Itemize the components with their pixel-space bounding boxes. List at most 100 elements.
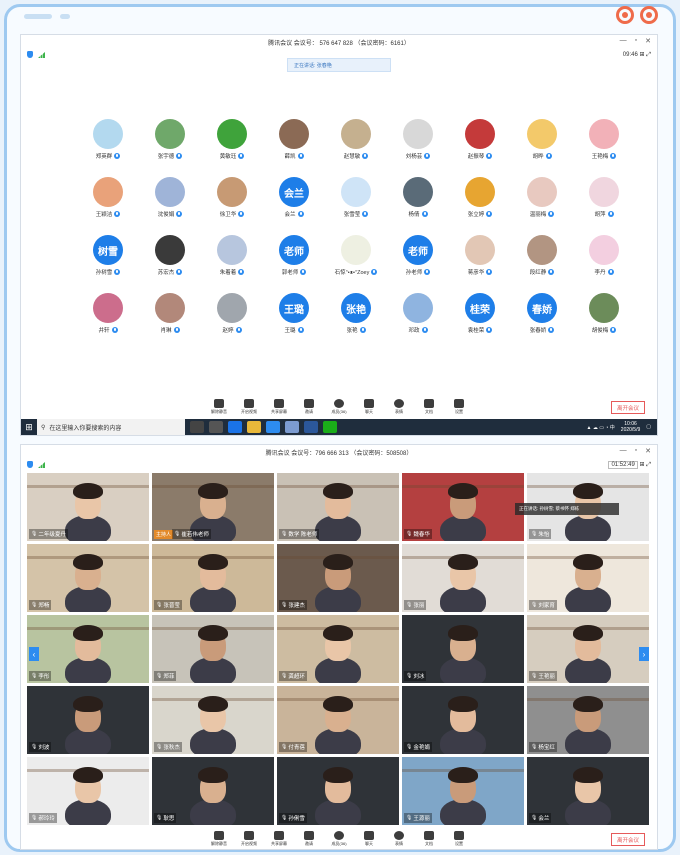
video-tile[interactable]: 🎙 刘家育: [527, 544, 649, 612]
leave-meeting-button[interactable]: 离开会议: [611, 401, 645, 414]
video-tile[interactable]: 🎙 耿思: [152, 757, 274, 825]
participant-tile[interactable]: 赵婷: [201, 293, 263, 336]
participant-tile[interactable]: 刘杨芸: [387, 119, 449, 162]
task-view-icon[interactable]: [209, 421, 223, 433]
toolbar-button[interactable]: 共享屏幕: [269, 831, 289, 847]
participant-tile[interactable]: 张艳 张艳: [325, 293, 387, 336]
participant-tile[interactable]: 会兰 会兰: [263, 177, 325, 220]
participant-tile[interactable]: 赵慧敏: [325, 119, 387, 162]
participant-tile[interactable]: 蒋彦华: [449, 235, 511, 278]
participant-tile[interactable]: 老师 郭老师: [263, 235, 325, 278]
toolbar-button[interactable]: 开启视频: [239, 399, 259, 415]
cortana-icon[interactable]: [190, 421, 204, 433]
participant-tile[interactable]: 井轩: [77, 293, 139, 336]
prev-page-arrow-icon[interactable]: ‹: [29, 647, 39, 661]
participant-tile[interactable]: 沈俊娟: [139, 177, 201, 220]
toolbar-button[interactable]: 开启视频: [239, 831, 259, 847]
participant-tile[interactable]: 石惊ᐢ•ᴥ•ᐢZoey: [325, 235, 387, 278]
participant-tile[interactable]: 赵振琴: [449, 119, 511, 162]
minimize-icon[interactable]: —: [620, 37, 627, 45]
participant-tile[interactable]: 段红静: [511, 235, 573, 278]
toolbar-button[interactable]: 邀请: [299, 399, 319, 415]
participant-tile[interactable]: 温丽梅: [511, 177, 573, 220]
toolbar-button[interactable]: 表情: [389, 399, 409, 415]
participant-tile[interactable]: 桂荣 袁桂荣: [449, 293, 511, 336]
video-tile[interactable]: 🎙 付青蓓: [277, 686, 399, 754]
video-tile[interactable]: 🎙 刘波: [27, 686, 149, 754]
toolbar-button[interactable]: 解除静音: [209, 399, 229, 415]
edge-browser-icon[interactable]: [228, 421, 242, 433]
toolbar-button[interactable]: 设置: [449, 399, 469, 415]
participant-tile[interactable]: 肖琳: [139, 293, 201, 336]
video-tile[interactable]: 🎙 会兰: [527, 757, 649, 825]
participant-tile[interactable]: 邓政: [387, 293, 449, 336]
video-tile[interactable]: 🎙 张建杰: [277, 544, 399, 612]
participant-tile[interactable]: 苏宏杰: [139, 235, 201, 278]
video-tile[interactable]: 🎙 郑菲: [152, 615, 274, 683]
participant-tile[interactable]: 张宇德: [139, 119, 201, 162]
signal-icon[interactable]: [38, 461, 45, 468]
restore-icon[interactable]: ▫: [635, 447, 637, 455]
video-tile[interactable]: 🎙 数学 陈老师: [277, 473, 399, 541]
toolbar-button[interactable]: 成员(36): [329, 399, 349, 415]
participant-tile[interactable]: 树雪 孙树雪: [77, 235, 139, 278]
toolbar-button[interactable]: 文档: [419, 399, 439, 415]
video-tile[interactable]: 🎙 郑畅: [27, 544, 149, 612]
participant-tile[interactable]: 张雪莹: [325, 177, 387, 220]
participant-tile[interactable]: 王璐 王璐: [263, 293, 325, 336]
participant-tile[interactable]: 胡俊梅: [573, 293, 635, 336]
participant-tile[interactable]: 徐卫华: [201, 177, 263, 220]
windows-start-icon[interactable]: ⊞: [21, 419, 37, 435]
fullscreen-icon[interactable]: ⤢: [646, 52, 651, 58]
video-tile[interactable]: 🎙 龚超环: [277, 615, 399, 683]
participant-tile[interactable]: 薛凯: [263, 119, 325, 162]
participant-tile[interactable]: 老师 孙老师: [387, 235, 449, 278]
toolbar-button[interactable]: 表情: [389, 831, 409, 847]
participant-tile[interactable]: 郑英群: [77, 119, 139, 162]
toolbar-button[interactable]: 邀请: [299, 831, 319, 847]
video-tile[interactable]: 🎙 张秋杰: [152, 686, 274, 754]
participant-tile[interactable]: 春娇 张春娇: [511, 293, 573, 336]
close-icon[interactable]: ✕: [645, 447, 651, 455]
toolbar-button[interactable]: 文档: [419, 831, 439, 847]
wechat-icon[interactable]: [323, 421, 337, 433]
toolbar-button[interactable]: 成员(36): [329, 831, 349, 847]
video-tile[interactable]: 🎙 王艳丽: [527, 615, 649, 683]
leave-meeting-button[interactable]: 离开会议: [611, 833, 645, 846]
participant-tile[interactable]: 李丹: [573, 235, 635, 278]
shield-icon[interactable]: [27, 461, 33, 469]
participant-tile[interactable]: 朱着着: [201, 235, 263, 278]
signal-icon[interactable]: [38, 51, 45, 58]
tencent-meeting-icon[interactable]: [266, 421, 280, 433]
toolbar-button[interactable]: 解除静音: [209, 831, 229, 847]
video-tile[interactable]: 主持人 🎙 崔若伟老师: [152, 473, 274, 541]
video-tile[interactable]: 🎙 李彤: [27, 615, 149, 683]
toolbar-button[interactable]: 共享屏幕: [269, 399, 289, 415]
video-tile[interactable]: 🎙 郝玲玲: [27, 757, 149, 825]
notification-icon[interactable]: ▢: [646, 424, 651, 430]
next-page-arrow-icon[interactable]: ›: [639, 647, 649, 661]
grid-view-icon[interactable]: ⊞: [639, 462, 644, 468]
close-icon[interactable]: ✕: [645, 37, 651, 45]
minimize-icon[interactable]: —: [620, 447, 627, 455]
participant-tile[interactable]: 王艳梅: [573, 119, 635, 162]
video-tile[interactable]: 🎙 张晋莹: [152, 544, 274, 612]
video-tile[interactable]: 🎙 金艳娟: [402, 686, 524, 754]
taskbar-search[interactable]: ⚲ 在这里输入你要搜索的内容: [37, 419, 185, 435]
video-tile[interactable]: 🎙 张丽: [402, 544, 524, 612]
video-tile[interactable]: 🎙 魏春华: [402, 473, 524, 541]
toolbar-button[interactable]: 聊天: [359, 831, 379, 847]
toolbar-button[interactable]: 聊天: [359, 399, 379, 415]
participant-tile[interactable]: 胡晔: [511, 119, 573, 162]
participant-tile[interactable]: 张立婷: [449, 177, 511, 220]
tray-icons[interactable]: ▲ ☁ ▭ ◔ 中: [587, 424, 615, 431]
word-icon[interactable]: [304, 421, 318, 433]
restore-icon[interactable]: ▫: [635, 37, 637, 45]
video-tile[interactable]: 🎙 王源丽: [402, 757, 524, 825]
video-tile[interactable]: 🎙 杨宝红: [527, 686, 649, 754]
grid-view-icon[interactable]: ⊞: [639, 52, 644, 58]
toolbar-button[interactable]: 设置: [449, 831, 469, 847]
file-explorer-icon[interactable]: [247, 421, 261, 433]
video-tile[interactable]: 🎙 刘冰: [402, 615, 524, 683]
participant-tile[interactable]: 胡萍: [573, 177, 635, 220]
